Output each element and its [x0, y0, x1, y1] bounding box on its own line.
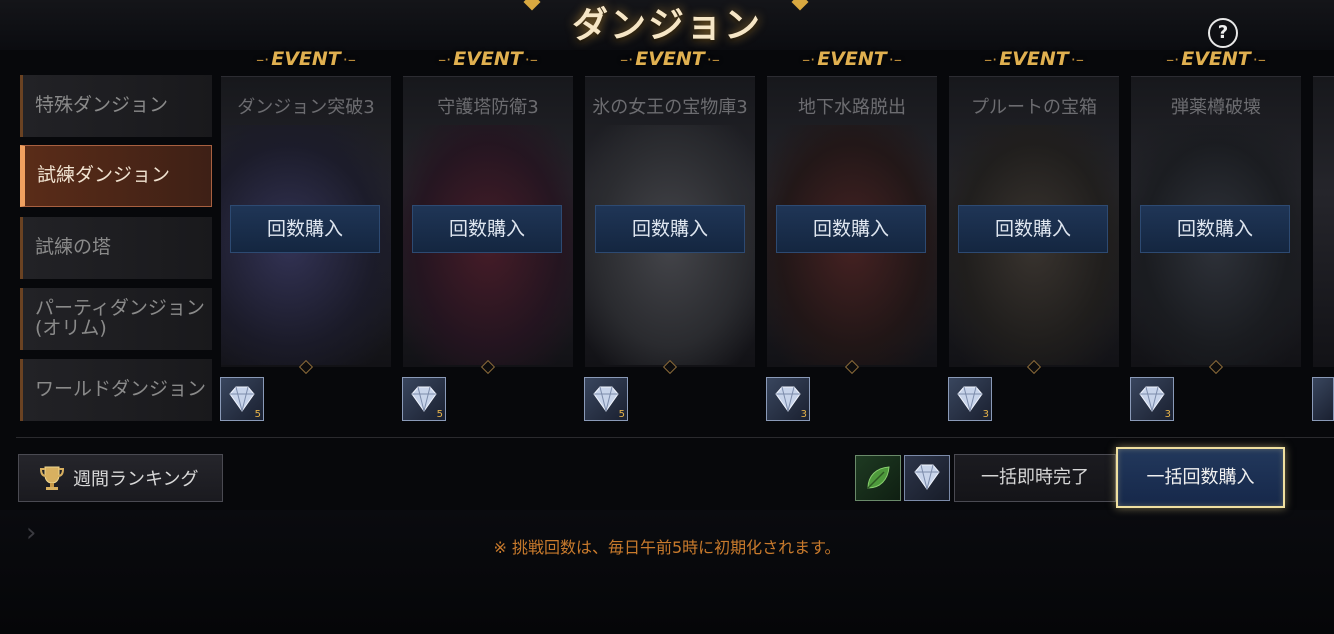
dungeon-card-partial[interactable] — [1313, 76, 1334, 367]
dungeon-name: ダンジョン突破3 — [237, 97, 375, 118]
item-count: 5 — [436, 409, 443, 420]
item-count: 3 — [1164, 409, 1171, 420]
gem-icon — [411, 386, 437, 412]
gem-item-slot[interactable]: 3 — [766, 377, 810, 421]
gem-item-slot[interactable]: 5 — [220, 377, 264, 421]
buy-count-button[interactable]: 回数購入 — [1140, 205, 1290, 253]
item-count: 3 — [800, 409, 807, 420]
item-count: 5 — [254, 409, 261, 420]
event-badge: –· EVENT ·– — [438, 48, 538, 70]
help-icon[interactable]: ? — [1208, 18, 1238, 48]
page-title: ダンジョン — [571, 5, 762, 46]
weekly-ranking-label: 週間ランキング — [73, 469, 199, 490]
gem-item-slot[interactable]: 5 — [402, 377, 446, 421]
dungeon-name: 氷の女王の宝物庫3 — [592, 97, 748, 118]
buy-count-button[interactable]: 回数購入 — [412, 205, 562, 253]
sidebar-item-label: パーティダンジョン (オリム) — [35, 297, 205, 339]
dungeon-name: 地下水路脱出 — [798, 97, 906, 118]
sidebar-item-label: 試練の塔 — [35, 236, 112, 259]
dungeon-name: 守護塔防衛3 — [437, 97, 539, 118]
reset-notice: ※ 挑戦回数は、毎日午前5時に初期化されます。 — [493, 538, 841, 557]
gem-item-slot-partial[interactable] — [1312, 377, 1334, 421]
item-count: 3 — [982, 409, 989, 420]
buy-count-button[interactable]: 回数購入 — [595, 205, 745, 253]
event-badge: –· EVENT ·– — [802, 48, 902, 70]
gem-icon — [775, 386, 801, 412]
bottom-bar-background — [0, 510, 1334, 634]
sidebar-item-trial-tower[interactable]: 試練の塔 — [20, 217, 212, 279]
dungeon-name: 弾薬樽破壊 — [1171, 97, 1261, 118]
sidebar-item-world-dungeon[interactable]: ワールドダンジョン — [20, 359, 212, 421]
leaf-item-slot[interactable] — [855, 455, 901, 501]
buy-count-button[interactable]: 回数購入 — [230, 205, 380, 253]
gem-item-slot[interactable]: 3 — [948, 377, 992, 421]
gem-item-slot[interactable]: 3 — [1130, 377, 1174, 421]
gem-icon — [229, 386, 255, 412]
gem-item-slot[interactable] — [904, 455, 950, 501]
item-count: 5 — [618, 409, 625, 420]
sidebar-item-label: ワールドダンジョン — [35, 378, 207, 401]
buy-count-button[interactable]: 回数購入 — [776, 205, 926, 253]
weekly-ranking-button[interactable]: 週間ランキング — [18, 454, 223, 502]
gem-icon — [593, 386, 619, 412]
gem-icon — [1139, 386, 1165, 412]
event-badge: –· EVENT ·– — [256, 48, 356, 70]
bulk-purchase-button[interactable]: 一括回数購入 — [1116, 447, 1285, 508]
leaf-icon — [867, 466, 890, 489]
divider — [16, 437, 1334, 438]
dungeon-name: プルートの宝箱 — [971, 97, 1097, 118]
event-badge: –· EVENT ·– — [984, 48, 1084, 70]
sidebar-item-trial-dungeon[interactable]: 試練ダンジョン — [20, 145, 212, 207]
sidebar-item-label: 試練ダンジョン — [37, 164, 171, 187]
gem-icon — [914, 464, 940, 490]
buy-count-button[interactable]: 回数購入 — [958, 205, 1108, 253]
gem-icon — [957, 386, 983, 412]
gem-item-slot[interactable]: 5 — [584, 377, 628, 421]
trophy-icon — [39, 466, 65, 490]
sidebar-item-label: 特殊ダンジョン — [35, 94, 169, 117]
sidebar-item-special-dungeon[interactable]: 特殊ダンジョン — [20, 75, 212, 137]
event-badge: –· EVENT ·– — [1166, 48, 1266, 70]
instant-complete-all-button[interactable]: 一括即時完了 — [954, 454, 1116, 502]
event-badge: –· EVENT ·– — [620, 48, 720, 70]
sidebar-item-party-dungeon[interactable]: パーティダンジョン (オリム) — [20, 288, 212, 350]
